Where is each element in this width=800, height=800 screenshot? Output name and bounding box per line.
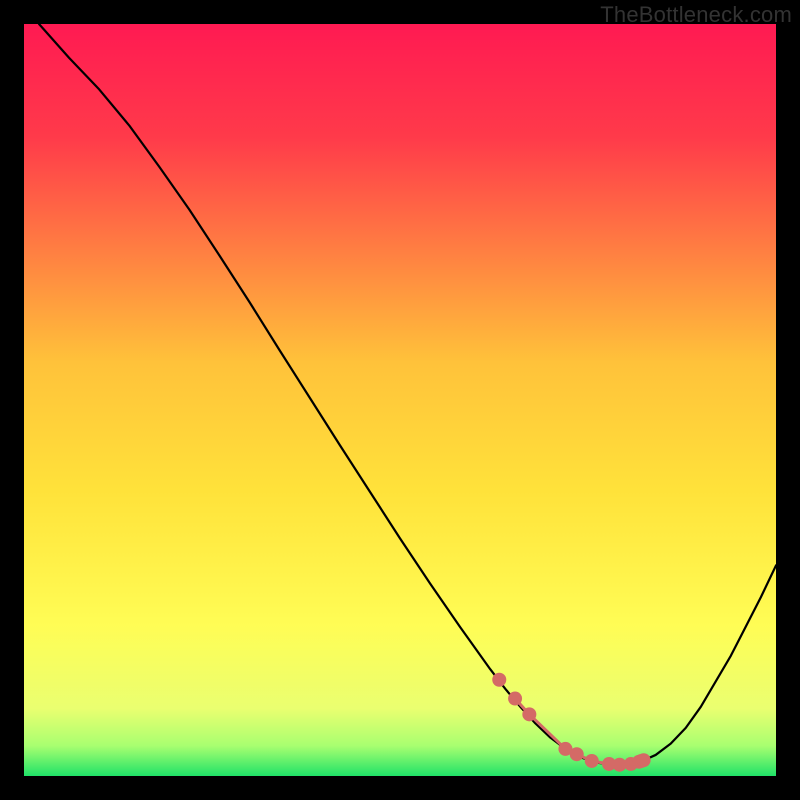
chart-plot-area	[24, 24, 776, 776]
watermark-text: TheBottleneck.com	[600, 2, 792, 28]
sweet-spot-markers-point	[637, 753, 651, 767]
sweet-spot-markers-point	[492, 673, 506, 687]
chart-svg	[24, 24, 776, 776]
